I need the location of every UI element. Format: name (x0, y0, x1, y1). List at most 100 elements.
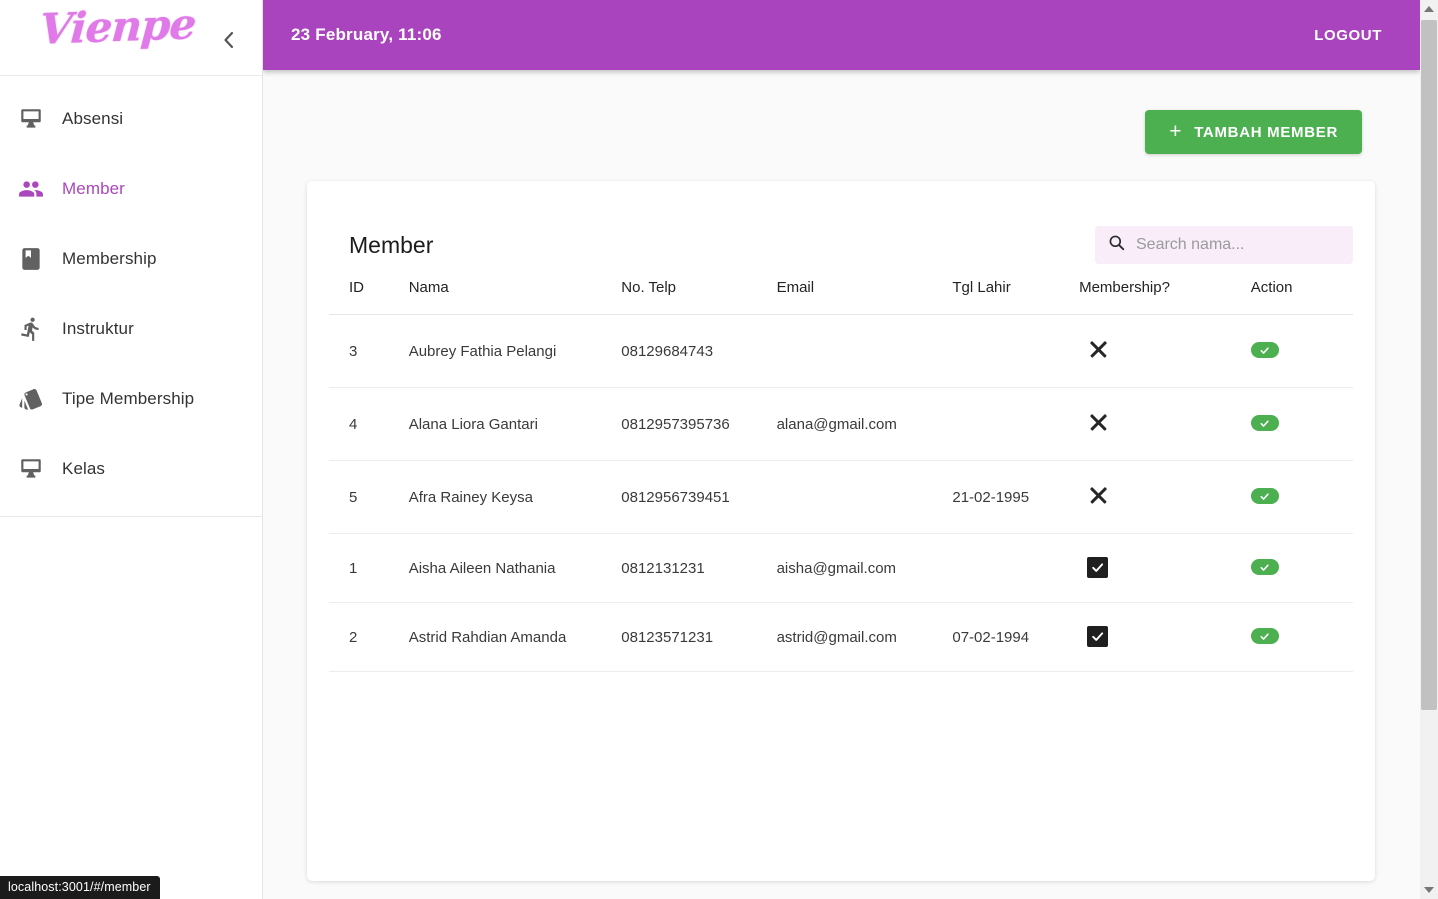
layers-icon (18, 386, 62, 412)
sidebar-item-label: Membership (62, 249, 157, 268)
sidebar-item-member[interactable]: Member (0, 154, 262, 224)
header-datetime: 23 February, 11:06 (291, 25, 442, 44)
column-header-telp: No. Telp (621, 273, 777, 315)
search-input[interactable] (1136, 236, 1341, 254)
cell-action (1250, 533, 1353, 603)
sidebar: Vienpe Absensi Member Membership Instruk… (0, 0, 263, 899)
cell-membership (1079, 602, 1251, 672)
running-icon (18, 316, 62, 342)
cell-tgl-lahir (952, 533, 1080, 603)
sidebar-item-label: Instruktur (62, 319, 134, 338)
cell-membership (1079, 314, 1251, 388)
plus-icon: + (1169, 119, 1183, 143)
cell-telp: 0812957395736 (621, 387, 777, 461)
cell-nama: Aubrey Fathia Pelangi (408, 314, 622, 388)
cell-telp: 08123571231 (621, 602, 777, 672)
sidebar-item-label: Absensi (62, 109, 124, 128)
cell-membership (1079, 533, 1251, 603)
page-scrollbar[interactable] (1420, 0, 1438, 899)
sidebar-item-membership[interactable]: Membership (0, 224, 262, 294)
cell-email: astrid@gmail.com (776, 602, 953, 672)
cell-telp: 08129684743 (621, 314, 777, 388)
cell-email (776, 460, 953, 534)
row-action-toggle[interactable] (1250, 415, 1279, 432)
add-member-button[interactable]: + TAMBAH MEMBER (1145, 110, 1362, 154)
people-icon (18, 176, 62, 202)
status-bar-url: localhost:3001/#/member (0, 876, 160, 899)
member-table: ID Nama No. Telp Email Tgl Lahir Members… (329, 273, 1353, 672)
membership-no-icon (1087, 338, 1109, 360)
cell-membership (1079, 387, 1251, 461)
cell-tgl-lahir (952, 387, 1080, 461)
app-root: Vienpe Absensi Member Membership Instruk… (0, 0, 1438, 899)
cell-email (776, 314, 953, 388)
column-header-membership: Membership? (1079, 273, 1251, 315)
row-action-toggle[interactable] (1250, 628, 1279, 645)
card-header: Member (329, 181, 1353, 273)
cell-tgl-lahir: 21-02-1995 (952, 460, 1080, 534)
search-box[interactable] (1095, 226, 1353, 264)
cell-id: 5 (329, 460, 409, 534)
sidebar-item-label: Member (62, 179, 125, 198)
sidebar-item-instruktur[interactable]: Instruktur (0, 294, 262, 364)
member-card: Member ID Nama No. Tel (307, 181, 1375, 881)
page-title: Member (349, 231, 434, 258)
table-row: 5 Afra Rainey Keysa 0812956739451 21-02-199… (329, 460, 1353, 534)
column-header-id: ID (329, 273, 409, 315)
sidebar-item-label: Tipe Membership (62, 389, 195, 408)
main-content: + TAMBAH MEMBER Member Search nama... ID… (263, 70, 1420, 899)
column-header-action: Action (1250, 273, 1353, 315)
table-row: 4 Alana Liora Gantari 0812957395736 alana@g… (329, 387, 1353, 461)
sidebar-brand: Vienpe (0, 0, 262, 76)
logout-button[interactable]: LOGOUT (1308, 19, 1388, 52)
cell-tgl-lahir: 07-02-1994 (952, 602, 1080, 672)
row-action-toggle[interactable] (1250, 488, 1279, 505)
table-row: 3 Aubrey Fathia Pelangi 08129684743 (329, 314, 1353, 388)
membership-no-icon (1087, 484, 1109, 506)
cell-action (1250, 314, 1353, 388)
cell-telp: 0812956739451 (621, 460, 777, 534)
sidebar-item-absensi[interactable]: Absensi (0, 84, 262, 154)
search-icon (1107, 233, 1126, 257)
cell-email: aisha@gmail.com (776, 533, 953, 603)
cell-action (1250, 387, 1353, 461)
cell-id: 3 (329, 314, 409, 388)
cell-telp: 0812131231 (621, 533, 777, 603)
chevron-left-icon[interactable] (212, 24, 244, 56)
top-header: 23 February, 11:06 LOGOUT (263, 0, 1420, 70)
cell-id: 2 (329, 602, 409, 672)
toolbar: + TAMBAH MEMBER (263, 70, 1420, 154)
cell-nama: Aisha Aileen Nathania (408, 533, 622, 603)
sidebar-item-kelas[interactable]: Kelas (0, 434, 262, 504)
membership-yes-icon (1087, 626, 1109, 647)
scrollbar-thumb[interactable] (1421, 20, 1437, 710)
cell-nama: Astrid Rahdian Amanda (408, 602, 622, 672)
column-header-tgl-lahir: Tgl Lahir (952, 273, 1080, 315)
row-action-toggle[interactable] (1250, 342, 1279, 359)
sidebar-menu: Absensi Member Membership Instruktur Tip… (0, 76, 262, 517)
cell-membership (1079, 460, 1251, 534)
app-logo: Vienpe (38, 0, 198, 54)
book-icon (18, 246, 62, 272)
table-header-row: ID Nama No. Telp Email Tgl Lahir Members… (329, 273, 1353, 315)
table-row: 2 Astrid Rahdian Amanda 08123571231 astrid@… (329, 602, 1353, 672)
cell-email: alana@gmail.com (776, 387, 953, 461)
scroll-down-icon[interactable] (1420, 881, 1438, 899)
column-header-nama: Nama (408, 273, 622, 315)
desktop-icon (18, 456, 62, 482)
cell-id: 4 (329, 387, 409, 461)
membership-no-icon (1087, 411, 1109, 433)
cell-action (1250, 460, 1353, 534)
cell-id: 1 (329, 533, 409, 603)
cell-tgl-lahir (952, 314, 1080, 388)
cell-nama: Afra Rainey Keysa (408, 460, 622, 534)
add-member-label: TAMBAH MEMBER (1194, 123, 1338, 141)
row-action-toggle[interactable] (1250, 559, 1279, 576)
sidebar-item-tipe-membership[interactable]: Tipe Membership (0, 364, 262, 434)
column-header-email: Email (776, 273, 953, 315)
cell-action (1250, 602, 1353, 672)
desktop-icon (18, 106, 62, 132)
table-head: ID Nama No. Telp Email Tgl Lahir Members… (329, 273, 1353, 315)
table-body: 3 Aubrey Fathia Pelangi 08129684743 4 Alana … (329, 314, 1353, 672)
scroll-up-icon[interactable] (1420, 0, 1438, 18)
